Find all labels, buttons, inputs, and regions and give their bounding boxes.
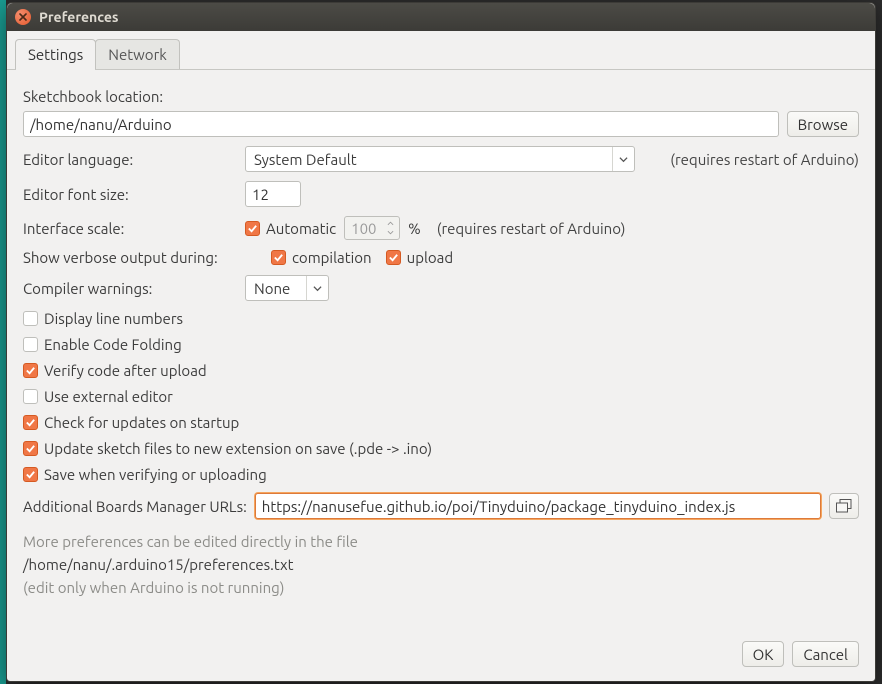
compiler-warnings-select[interactable]: None (245, 275, 329, 301)
verbose-label: Show verbose output during: (23, 249, 263, 266)
editor-language-value: System Default (254, 151, 612, 168)
percent-suffix: % (408, 220, 421, 237)
save-verify-label: Save when verifying or uploading (44, 466, 267, 483)
display-line-numbers-checkbox[interactable]: Display line numbers (23, 310, 859, 327)
sketchbook-input[interactable] (23, 111, 779, 137)
checkbox-icon (271, 250, 286, 265)
boards-urls-input[interactable] (255, 493, 821, 519)
editor-language-label: Editor language: (23, 151, 237, 168)
more-info-path: /home/nanu/.arduino15/preferences.txt (23, 556, 859, 573)
checkbox-icon (386, 250, 401, 265)
font-size-label: Editor font size: (23, 186, 237, 203)
settings-panel: Sketchbook location: Browse Editor langu… (7, 70, 875, 631)
automatic-label: Automatic (266, 220, 336, 237)
font-size-input[interactable] (245, 181, 301, 207)
checkbox-icon (23, 415, 38, 430)
use-external-editor-label: Use external editor (44, 388, 173, 405)
check-updates-label: Check for updates on startup (44, 414, 239, 431)
sketchbook-label: Sketchbook location: (23, 88, 859, 105)
cancel-button[interactable]: Cancel (792, 641, 859, 667)
ok-button[interactable]: OK (742, 641, 785, 667)
compiler-warnings-label: Compiler warnings: (23, 280, 237, 297)
titlebar: Preferences (7, 3, 875, 31)
boards-urls-label: Additional Boards Manager URLs: (23, 498, 247, 515)
open-urls-dialog-button[interactable] (829, 493, 859, 519)
enable-code-folding-checkbox[interactable]: Enable Code Folding (23, 336, 859, 353)
dialog-footer: OK Cancel (7, 631, 875, 681)
compilation-label: compilation (292, 249, 372, 266)
checkbox-icon (23, 467, 38, 482)
checkbox-icon (245, 221, 260, 236)
update-ext-label: Update sketch files to new extension on … (44, 440, 432, 457)
update-ext-checkbox[interactable]: Update sketch files to new extension on … (23, 440, 859, 457)
checkbox-icon (23, 311, 38, 326)
spinner-icon (383, 219, 397, 237)
checkbox-icon (23, 441, 38, 456)
scale-percent-value: 100 (351, 220, 376, 237)
window-icon (836, 499, 852, 513)
scale-percent-input[interactable]: 100 (344, 216, 400, 240)
tab-network[interactable]: Network (95, 39, 180, 69)
window-title: Preferences (39, 9, 119, 25)
compiler-warnings-value: None (254, 280, 306, 297)
scale-hint: (requires restart of Arduino) (437, 220, 626, 237)
more-info-line1: More preferences can be edited directly … (23, 533, 859, 550)
check-updates-checkbox[interactable]: Check for updates on startup (23, 414, 859, 431)
upload-label: upload (407, 249, 454, 266)
checkbox-icon (23, 363, 38, 378)
chevron-down-icon (306, 276, 328, 300)
verify-after-upload-label: Verify code after upload (44, 362, 207, 379)
use-external-editor-checkbox[interactable]: Use external editor (23, 388, 859, 405)
checkbox-icon (23, 337, 38, 352)
compilation-checkbox[interactable]: compilation (271, 249, 372, 266)
enable-code-folding-label: Enable Code Folding (44, 336, 182, 353)
checkbox-icon (23, 389, 38, 404)
automatic-checkbox[interactable]: Automatic (245, 220, 336, 237)
chevron-down-icon (612, 147, 634, 171)
save-verify-checkbox[interactable]: Save when verifying or uploading (23, 466, 859, 483)
editor-language-select[interactable]: System Default (245, 146, 635, 172)
editor-language-hint: (requires restart of Arduino) (670, 151, 859, 168)
more-info-line3: (edit only when Arduino is not running) (23, 579, 859, 596)
interface-scale-label: Interface scale: (23, 220, 237, 237)
close-icon[interactable] (15, 9, 31, 25)
verify-after-upload-checkbox[interactable]: Verify code after upload (23, 362, 859, 379)
browse-button[interactable]: Browse (787, 111, 859, 137)
tabs: Settings Network (7, 39, 875, 70)
preferences-window: Preferences Settings Network Sketchbook … (6, 2, 876, 682)
upload-checkbox[interactable]: upload (386, 249, 454, 266)
display-line-numbers-label: Display line numbers (44, 310, 183, 327)
tab-settings[interactable]: Settings (15, 39, 96, 69)
